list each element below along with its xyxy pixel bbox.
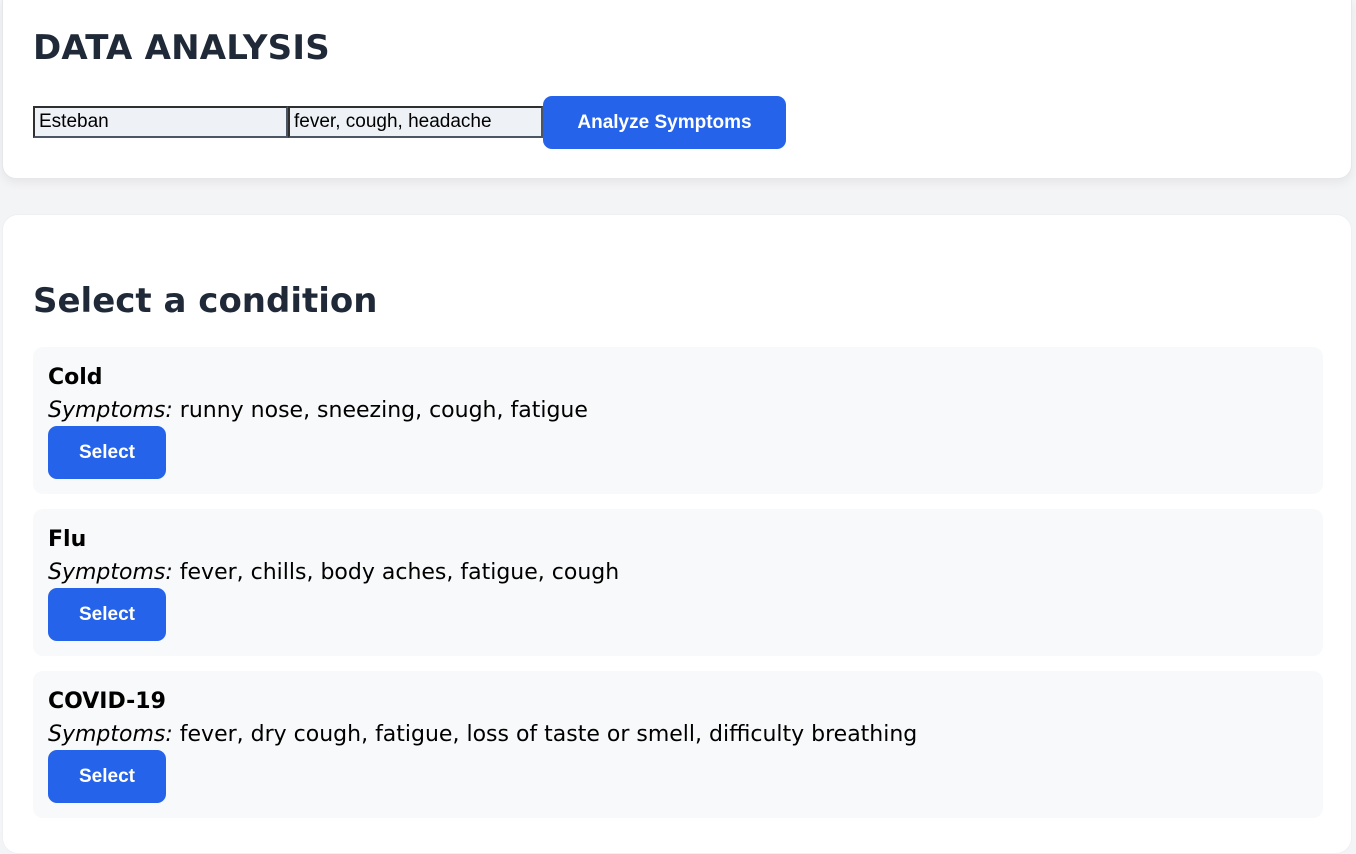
section-title: Select a condition [33, 281, 378, 321]
condition-item-flu: Flu Symptoms: fever, chills, body aches,… [33, 509, 1323, 656]
symptoms-list: fever, chills, body aches, fatigue, coug… [179, 560, 620, 585]
symptoms-prefix: Symptoms: [48, 722, 173, 747]
symptoms-list: fever, dry cough, fatigue, loss of taste… [179, 722, 918, 747]
page-title: DATA ANALYSIS [33, 28, 330, 68]
condition-symptoms: Symptoms: fever, chills, body aches, fat… [48, 560, 619, 585]
condition-name: Cold [48, 365, 103, 390]
symptoms-prefix: Symptoms: [48, 398, 173, 423]
condition-symptoms: Symptoms: runny nose, sneezing, cough, f… [48, 398, 588, 423]
select-cold-button[interactable]: Select [48, 426, 166, 479]
analyze-symptoms-button[interactable]: Analyze Symptoms [543, 96, 786, 149]
symptoms-input[interactable] [288, 106, 543, 138]
select-covid-19-button[interactable]: Select [48, 750, 166, 803]
symptoms-prefix: Symptoms: [48, 560, 173, 585]
condition-item-covid-19: COVID-19 Symptoms: fever, dry cough, fat… [33, 671, 1323, 818]
condition-item-cold: Cold Symptoms: runny nose, sneezing, cou… [33, 347, 1323, 494]
symptoms-list: runny nose, sneezing, cough, fatigue [179, 398, 588, 423]
condition-symptoms: Symptoms: fever, dry cough, fatigue, los… [48, 722, 917, 747]
select-flu-button[interactable]: Select [48, 588, 166, 641]
condition-name: COVID-19 [48, 689, 166, 714]
name-input[interactable] [33, 106, 288, 138]
condition-name: Flu [48, 527, 87, 552]
conditions-card: Select a condition Cold Symptoms: runny … [2, 214, 1352, 854]
analysis-header-card: DATA ANALYSIS Analyze Symptoms [2, 0, 1352, 179]
